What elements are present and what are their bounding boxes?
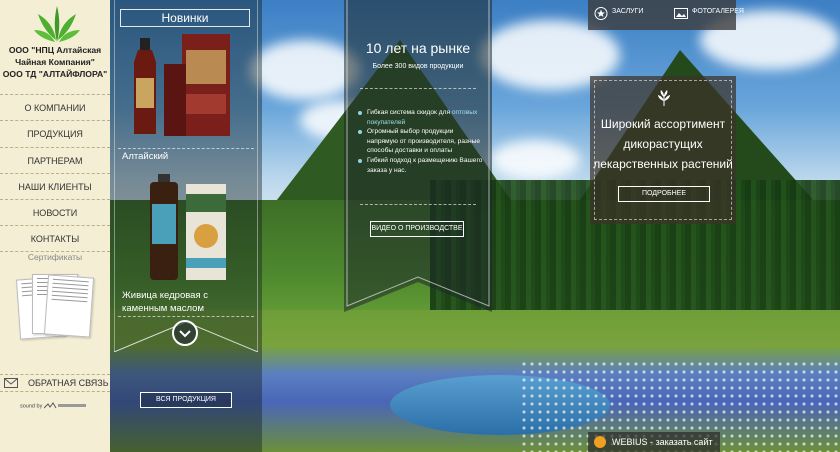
list-item: Гибкий подход к размещению Вашего заказа… [358,156,486,175]
star-icon [594,7,608,20]
webius-brand: WEBIUS [612,437,648,447]
chevron-down-icon[interactable] [172,320,198,346]
market-subtitle: Более 300 видов продукции [372,63,464,70]
photo-gallery-icon [674,8,688,19]
market-panel: 10 лет на рынке Более 300 видов продукци… [344,0,492,312]
awards-link[interactable]: ЗАСЛУГИ [612,8,643,15]
product-image-zhivitsa[interactable] [146,174,234,282]
company-name: ООО "НПЦ Алтайская Чайная Компания" ООО … [0,44,110,80]
main-nav: О компании Продукция Партнерам Наши клие… [0,94,110,252]
production-video-button[interactable]: ВИДЕО О ПРОИЗВОДСТВЕ [370,221,464,237]
top-links-bar: ЗАСЛУГИ ФОТОГАЛЕРЕЯ [588,0,744,30]
product-image-altaisky[interactable] [134,34,232,142]
assortment-panel: Широкий ассортимент дикорастущих лекарст… [590,76,736,224]
benefit-text: Гибкая система скидок для [367,109,452,116]
all-products-button[interactable]: ВСЯ ПРОДУКЦИЯ [140,392,232,408]
market-benefits-list: Гибкая система скидок для оптовых покупа… [358,108,486,175]
assortment-title: Широкий ассортимент дикорастущих лекарст… [593,117,733,171]
certificates-thumbnail[interactable] [15,272,95,340]
nav-item-products[interactable]: Продукция [0,120,110,146]
leaf-logo-icon[interactable] [34,4,80,44]
feedback-link[interactable]: ОБРАТНАЯ СВЯЗЬ [0,374,110,392]
sound-logo-icon [43,402,86,409]
market-title: 10 лет на рынке [365,40,471,56]
nav-item-partners[interactable]: Партнерам [0,146,110,173]
webius-credit[interactable]: WEBIUS - заказать сайт [588,432,720,452]
novelties-panel: Новинки Алтайский Живица кедровая с каме… [110,0,262,452]
mail-icon [4,378,18,388]
sound-by-label: sound by [20,403,43,410]
list-item: Гибкая система скидок для оптовых покупа… [358,108,486,127]
product-name-zhivitsa[interactable]: Живица кедровая с каменным маслом [122,289,254,315]
product-name-altaisky[interactable]: Алтайский [122,150,168,163]
sidebar: ООО "НПЦ Алтайская Чайная Компания" ООО … [0,0,110,452]
nav-item-news[interactable]: Новости [0,199,110,225]
sound-by-credit[interactable]: sound by [20,402,88,410]
gallery-link[interactable]: ФОТОГАЛЕРЕЯ [692,8,744,15]
webius-logo-icon [594,436,606,448]
company-line: Чайная Компания" [15,57,95,67]
nav-item-about[interactable]: О компании [0,94,110,120]
nav-item-clients[interactable]: Наши клиенты [0,172,110,199]
webius-text: - заказать сайт [647,437,713,447]
certificates-title: Сертификаты [27,252,83,262]
list-item: Огромный выбор продукции напрямую от про… [358,127,486,156]
nav-item-contacts[interactable]: Контакты [0,225,110,252]
company-line: ООО "НПЦ Алтайская [8,45,102,55]
company-line: ООО ТД "АЛТАЙФЛОРА" [2,69,108,79]
plant-icon [658,90,670,106]
novelties-title: Новинки [120,9,250,27]
more-details-button[interactable]: ПОДРОБНЕЕ [618,186,710,202]
feedback-label: ОБРАТНАЯ СВЯЗЬ [28,378,109,388]
